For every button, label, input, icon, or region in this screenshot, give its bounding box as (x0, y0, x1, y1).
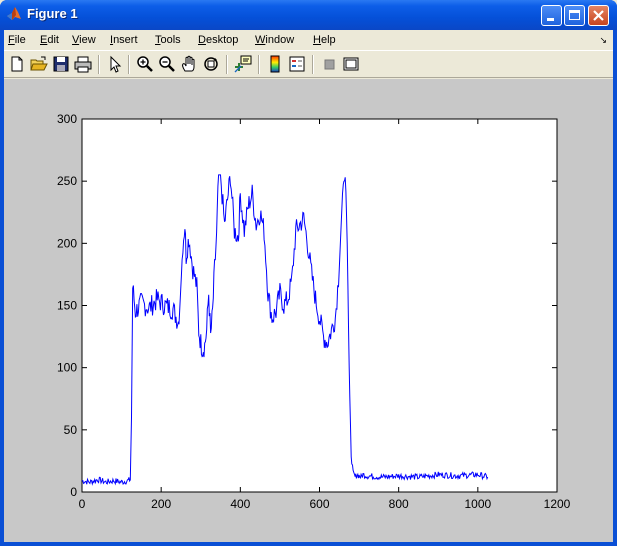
insert-legend-icon[interactable] (288, 55, 306, 73)
hide-plot-tools-icon[interactable] (320, 55, 338, 73)
toolbar-separator (98, 55, 100, 74)
window-client: File Edit View Insert Tools Desktop Wind… (4, 30, 613, 542)
menu-file-rest: ile (14, 34, 26, 46)
menu-bar: File Edit View Insert Tools Desktop Wind… (4, 30, 613, 50)
x-tick-label: 1000 (464, 497, 491, 511)
menu-insert[interactable]: Insert (110, 34, 138, 46)
menu-help-rest: elp (320, 34, 336, 46)
menu-desktop-hotkey: D (198, 34, 206, 46)
menu-desktop-rest: esktop (205, 34, 239, 46)
menu-edit[interactable]: Edit (40, 34, 59, 46)
show-plot-tools-icon[interactable] (342, 55, 360, 73)
axes-svg[interactable]: 0 200 400 600 800 1000 1200 0 50 100 150 200 250 300 (4, 79, 613, 542)
menu-insert-rest: nsert (113, 34, 138, 46)
x-tick-label: 600 (309, 497, 329, 511)
maximize-button[interactable] (564, 5, 585, 26)
open-file-icon[interactable] (30, 55, 48, 73)
menu-file[interactable]: File (8, 34, 26, 46)
toolbar-separator (226, 55, 228, 74)
toolbar-separator (312, 55, 314, 74)
save-icon[interactable] (52, 55, 70, 73)
zoom-in-icon[interactable] (136, 55, 154, 73)
data-cursor-icon[interactable] (234, 55, 252, 73)
menu-edit-rest: dit (47, 34, 59, 46)
matlab-logo-icon (6, 6, 22, 22)
menu-window[interactable]: Window (255, 34, 294, 46)
menu-view-rest: iew (79, 34, 96, 46)
edit-plot-arrow-icon[interactable] (106, 55, 124, 73)
rotate-3d-icon[interactable] (202, 55, 220, 73)
menu-tools[interactable]: Tools (155, 34, 181, 46)
y-tick-label: 200 (57, 236, 77, 250)
menu-window-rest: indow (265, 34, 295, 46)
minimize-icon (547, 18, 554, 21)
y-tick-label: 0 (70, 485, 77, 499)
new-figure-icon[interactable] (8, 55, 26, 73)
y-tick-label: 250 (57, 174, 77, 188)
close-button[interactable] (588, 5, 609, 26)
x-tick-label: 0 (79, 497, 86, 511)
zoom-out-icon[interactable] (158, 55, 176, 73)
close-icon (593, 10, 604, 21)
window-title: Figure 1 (27, 6, 78, 21)
menu-desktop[interactable]: Desktop (198, 34, 238, 46)
figure-canvas: 0 200 400 600 800 1000 1200 0 50 100 150 200 250 300 (4, 79, 613, 542)
menu-file-hotkey: F (8, 34, 15, 46)
toolbar-separator (258, 55, 260, 74)
chevron-icon[interactable]: ↘ (599, 35, 607, 46)
x-tick-label: 1200 (544, 497, 571, 511)
maximize-icon (569, 10, 580, 20)
menu-window-hotkey: W (255, 34, 266, 46)
menu-view[interactable]: View (72, 34, 96, 46)
toolbar-separator (128, 55, 130, 74)
y-tick-label: 300 (57, 112, 77, 126)
print-icon[interactable] (74, 55, 92, 73)
figure-window: Figure 1 File Edit View Insert Tools Des… (0, 0, 617, 546)
pan-hand-icon[interactable] (180, 55, 198, 73)
title-bar[interactable]: Figure 1 (0, 0, 617, 30)
menu-help[interactable]: Help (313, 34, 336, 46)
minimize-button[interactable] (541, 5, 562, 26)
y-tick-label: 50 (64, 423, 78, 437)
menu-tools-rest: ools (160, 34, 181, 46)
x-tick-label: 400 (230, 497, 250, 511)
y-tick-label: 150 (57, 299, 77, 313)
x-tick-label: 200 (151, 497, 171, 511)
x-tick-label: 800 (389, 497, 409, 511)
figure-toolbar (4, 50, 613, 78)
menu-help-hotkey: H (313, 34, 321, 46)
insert-colorbar-icon[interactable] (266, 55, 284, 73)
y-tick-label: 100 (57, 361, 77, 375)
